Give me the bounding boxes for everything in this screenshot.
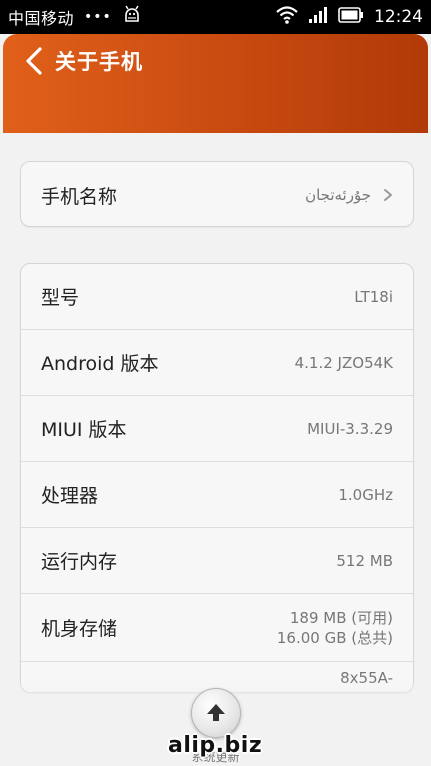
info-row-model: 型号 LT18i [21, 264, 413, 330]
carrier-name: 中国移动 [8, 9, 75, 28]
info-row-miui-version[interactable]: MIUI 版本 MIUI-3.3.29 [21, 396, 413, 462]
watermark: alip.biz [168, 733, 263, 758]
battery-icon [338, 7, 364, 27]
info-value: 1.0GHz [338, 485, 393, 504]
storage-available: 189 MB (可用) [289, 608, 393, 627]
info-value: 189 MB (可用) 16.00 GB (总共) [277, 608, 393, 648]
device-name-row[interactable]: 手机名称 جۇرئەتجان [21, 162, 413, 228]
info-label: 型号 [41, 287, 80, 309]
clock: 12:24 [374, 7, 423, 27]
system-update-button[interactable] [191, 688, 241, 738]
info-value: LT18i [354, 287, 393, 306]
page-title: 关于手机 [55, 50, 143, 74]
android-debug-icon [122, 5, 142, 29]
device-name-card: 手机名称 جۇرئەتجان [20, 161, 414, 227]
info-row-processor: 处理器 1.0GHz [21, 462, 413, 528]
wifi-icon [276, 6, 298, 28]
chevron-right-icon [384, 189, 392, 201]
info-value: MIUI-3.3.29 [307, 419, 393, 438]
device-name-value-group: جۇرئەتجان [305, 185, 393, 205]
info-label: Android 版本 [41, 353, 159, 375]
notification-dots: ••• [84, 9, 112, 25]
storage-total: 16.00 GB (总共) [276, 628, 393, 647]
signal-icon [308, 6, 328, 28]
info-row-ram: 运行内存 512 MB [21, 528, 413, 594]
title-bar: 关于手机 [3, 34, 428, 133]
info-value: 4.1.2 JZO54K [294, 353, 393, 372]
info-row-storage: 机身存储 189 MB (可用) 16.00 GB (总共) [21, 594, 413, 662]
info-label: 运行内存 [41, 551, 118, 573]
upload-arrow-icon [207, 704, 225, 721]
status-bar: 中国移动 ••• 12:24 [0, 0, 431, 34]
device-info-card: 型号 LT18i Android 版本 4.1.2 JZO54K MIUI 版本… [20, 263, 414, 693]
status-bar-right: 12:24 [276, 6, 423, 28]
info-row-android-version[interactable]: Android 版本 4.1.2 JZO54K [21, 330, 413, 396]
info-label: 机身存储 [41, 618, 118, 640]
device-name-value: جۇرئەتجان [305, 186, 371, 204]
back-button[interactable] [17, 44, 51, 78]
info-value: 512 MB [336, 551, 393, 570]
info-label: 处理器 [41, 485, 99, 507]
device-name-label: 手机名称 [41, 185, 118, 208]
status-bar-left: 中国移动 ••• [8, 5, 142, 29]
chevron-left-icon [26, 47, 42, 75]
info-label: MIUI 版本 [41, 419, 127, 441]
